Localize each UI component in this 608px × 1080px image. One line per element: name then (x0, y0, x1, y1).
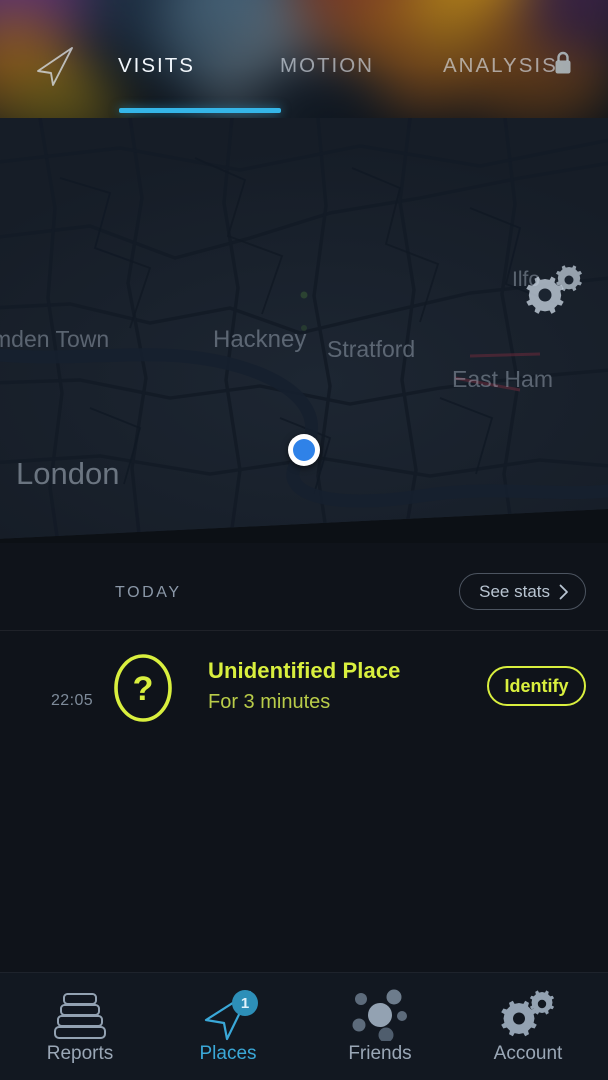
gears-icon[interactable] (521, 263, 587, 319)
see-stats-label: See stats (479, 581, 550, 601)
app-header: VISITS MOTION ANALYSIS (0, 0, 608, 118)
svg-text:?: ? (133, 670, 154, 708)
lock-icon (552, 50, 574, 76)
map-label: Stratford (327, 336, 416, 362)
identify-button-label: Identify (504, 675, 569, 696)
nav-item-reports[interactable]: Reports (4, 973, 156, 1080)
people-cluster-icon (350, 989, 410, 1041)
chevron-right-icon (559, 584, 569, 600)
nav-item-account[interactable]: Account (452, 973, 604, 1080)
map-label: London (16, 456, 120, 491)
nav-item-friends[interactable]: Friends (304, 973, 456, 1080)
section-header: TODAY See stats (0, 573, 608, 615)
gears-icon (497, 989, 559, 1041)
visit-time: 22:05 (51, 692, 94, 709)
nav-label-friends: Friends (348, 1043, 412, 1064)
map-label: East Ham (452, 366, 553, 392)
tab-visits[interactable]: VISITS (118, 54, 195, 78)
tab-analysis[interactable]: ANALYSIS (443, 54, 558, 78)
see-stats-button[interactable]: See stats (459, 573, 586, 610)
nav-item-places[interactable]: 1 Places (152, 973, 304, 1080)
navigation-arrow-icon: 1 (196, 989, 260, 1041)
nav-label-reports: Reports (46, 1043, 114, 1064)
question-mark-circle-icon: ? (112, 651, 174, 725)
map-label: Hackney (213, 326, 307, 353)
places-badge: 1 (232, 990, 258, 1016)
nav-label-places: Places (199, 1043, 257, 1064)
visits-list-section: TODAY See stats 22:05 ? Unidentified Pla… (0, 543, 608, 972)
active-tab-indicator (119, 108, 281, 113)
tab-motion[interactable]: MOTION (280, 54, 374, 78)
current-location-marker (288, 434, 320, 466)
top-tab-bar: VISITS MOTION ANALYSIS (0, 0, 608, 118)
nav-label-account: Account (493, 1043, 563, 1064)
identify-button[interactable]: Identify (487, 666, 586, 706)
visit-subtitle: For 3 minutes (208, 691, 331, 713)
stacked-layers-icon (50, 989, 110, 1041)
section-label-today: TODAY (115, 584, 182, 601)
map-view[interactable]: mden Town Hackney Stratford East Ham Ilf… (0, 118, 608, 539)
app-root: VISITS MOTION ANALYSIS mden Town Hackney… (0, 0, 608, 1080)
visit-title: Unidentified Place (208, 658, 401, 683)
map-label: mden Town (0, 326, 110, 352)
bottom-navigation-bar: Reports 1 Places Friends Account (0, 972, 608, 1080)
section-divider (0, 630, 608, 631)
list-item[interactable]: 22:05 ? Unidentified Place For 3 minutes… (0, 643, 608, 735)
